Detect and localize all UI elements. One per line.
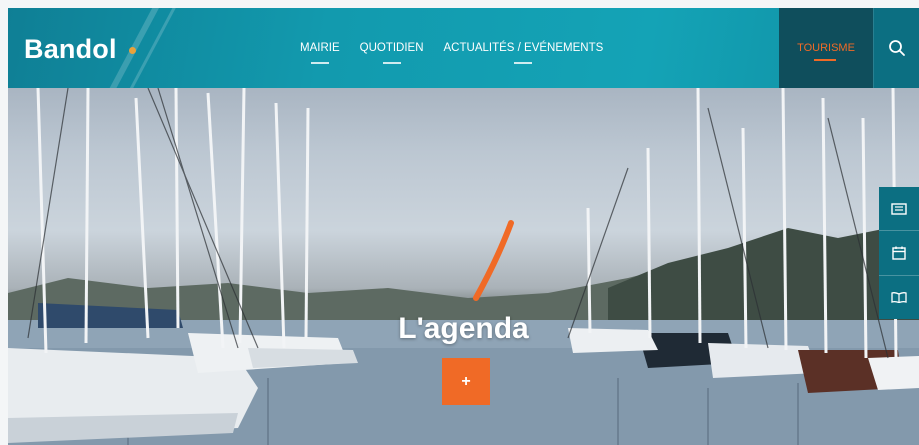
search-icon	[889, 40, 905, 56]
nav-underline	[514, 62, 533, 64]
nav-item-actualites[interactable]: ACTUALITÉS / EVÉNEMENTS	[443, 42, 604, 64]
quick-access-news[interactable]	[879, 187, 919, 232]
plus-icon: +	[461, 372, 471, 390]
search-button[interactable]	[873, 8, 919, 88]
newspaper-icon	[891, 202, 907, 215]
quick-access-guide[interactable]	[879, 276, 919, 319]
nav-underline	[310, 62, 329, 64]
tourisme-label: TOURISME	[797, 42, 855, 54]
nav-underline	[382, 62, 401, 64]
logo-dot	[129, 47, 136, 54]
nav-item-label: MAIRIE	[300, 42, 340, 54]
nav-item-label: ACTUALITÉS / EVÉNEMENTS	[443, 42, 604, 54]
main-nav: MAIRIE QUOTIDIEN ACTUALITÉS / EVÉNEMENTS	[300, 42, 623, 64]
site-header: Bandol MAIRIE QUOTIDIEN ACTUALITÉS / EVÉ…	[8, 8, 919, 88]
tourisme-underline	[814, 59, 836, 61]
agenda-more-button[interactable]: +	[442, 358, 490, 405]
nav-item-mairie[interactable]: MAIRIE	[300, 42, 340, 64]
nav-item-label: QUOTIDIEN	[359, 42, 424, 54]
nav-item-quotidien[interactable]: QUOTIDIEN	[359, 42, 424, 64]
tourisme-button[interactable]: TOURISME	[779, 8, 873, 88]
quick-access-bar	[879, 187, 919, 319]
calendar-icon	[892, 246, 906, 260]
hero-title: L'agenda	[398, 312, 529, 345]
hero-banner: L'agenda +	[8, 88, 919, 445]
quick-access-agenda[interactable]	[879, 231, 919, 276]
site-logo[interactable]: Bandol	[24, 34, 117, 65]
book-icon	[891, 292, 907, 304]
